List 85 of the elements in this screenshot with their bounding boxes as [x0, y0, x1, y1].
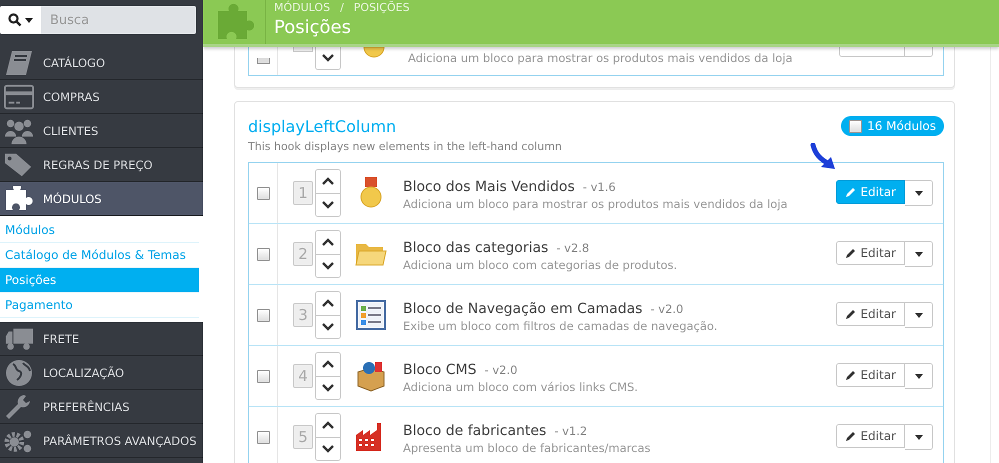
- module-version: - v1.2: [554, 424, 588, 438]
- position-number: 5: [293, 425, 313, 449]
- dropdown-button[interactable]: [905, 180, 933, 206]
- search-menu-button[interactable]: [0, 6, 41, 34]
- chevron-down-icon: [322, 200, 334, 209]
- list-window-icon: [356, 300, 386, 330]
- module-version: - v2.0: [650, 302, 684, 316]
- module-version: - v2.8: [556, 240, 590, 254]
- module-name: Bloco CMS: [403, 362, 477, 378]
- chevron-up-icon: [322, 360, 334, 368]
- module-name: Bloco de fabricantes: [403, 422, 546, 438]
- medal-icon: [360, 177, 382, 209]
- pencil-icon: [845, 370, 856, 380]
- chevron-down-icon: [322, 444, 334, 453]
- edit-button[interactable]: Editar: [836, 302, 905, 326]
- module-description: Apresenta um bloco de fabricantes/marcas: [403, 440, 652, 454]
- hook-description: This hook displays new elements in the left-hand column: [248, 140, 563, 153]
- sidebar-item[interactable]: CATÁLOGO: [0, 46, 203, 80]
- module-version: - v2.0: [484, 362, 518, 376]
- module-description: Adiciona um bloco para mostrar os produtos mais vendidos da loja: [403, 196, 789, 210]
- chevron-down-icon: [322, 384, 334, 392]
- arrow-annotation-icon: [809, 143, 837, 171]
- page-title: Posições: [274, 17, 352, 38]
- module-version: - v1.6: [582, 180, 616, 194]
- chevron-down-icon: [322, 262, 334, 270]
- edit-button[interactable]: Editar: [836, 241, 905, 265]
- pencil-icon: [845, 248, 856, 258]
- sidebar-item[interactable]: PARÂMETROS AVANÇADOS: [0, 424, 203, 458]
- chevron-up-icon: [322, 177, 334, 186]
- breadcrumb-separator: /: [340, 1, 344, 14]
- checkbox[interactable]: [256, 370, 270, 382]
- sidebar-item[interactable]: LOCALIZAÇÃO: [0, 356, 203, 390]
- module-name: Bloco dos Mais Vendidos: [403, 178, 575, 194]
- edit-button[interactable]: Editar: [836, 363, 905, 387]
- checkbox[interactable]: [256, 186, 270, 200]
- checkbox[interactable]: [256, 248, 270, 260]
- caret-icon: [914, 252, 922, 256]
- caret-icon: [914, 312, 922, 318]
- dropdown-button[interactable]: [905, 241, 933, 267]
- pencil-icon: [845, 430, 856, 442]
- position-number: 4: [293, 364, 313, 388]
- search-field[interactable]: Busca: [41, 6, 196, 34]
- sidebar-item[interactable]: COMPRAS: [0, 80, 203, 114]
- dropdown-button[interactable]: [905, 302, 933, 328]
- module-description: Adiciona um bloco com categorias de produtos.: [403, 258, 678, 272]
- sidebar-item[interactable]: PREFERÊNCIAS: [0, 390, 203, 424]
- module-description: Adiciona um bloco com vários links CMS.: [403, 380, 639, 394]
- position-number: 1: [293, 181, 313, 205]
- dropdown-button[interactable]: [905, 363, 933, 389]
- position-number: 2: [293, 242, 313, 266]
- sidebar-item[interactable]: MÓDULOS: [0, 182, 203, 216]
- pencil-icon: [845, 186, 856, 198]
- chevron-up-icon: [322, 238, 334, 246]
- truck-icon: [4, 326, 34, 352]
- chevron-up-icon: [322, 299, 334, 308]
- box-icon: [355, 360, 387, 392]
- module-description: Exibe um bloco com filtros de camadas de navegação.: [403, 318, 718, 332]
- caret-icon: [914, 190, 922, 196]
- folder-icon: [355, 241, 387, 267]
- sidebar-item[interactable]: CLIENTES: [0, 114, 203, 148]
- caret-icon: [914, 374, 922, 378]
- book-icon: [4, 50, 34, 76]
- medal-icon: [363, 47, 385, 58]
- module-name: Bloco das categorias: [403, 240, 548, 256]
- edit-button[interactable]: Editar: [836, 424, 905, 448]
- caret-icon: [25, 18, 33, 22]
- chevron-up-icon: [322, 421, 334, 430]
- chevron-down-icon: [322, 54, 334, 62]
- checkbox[interactable]: [256, 58, 270, 64]
- search-icon: [8, 13, 22, 27]
- puzzle-icon: [4, 186, 34, 212]
- globe-icon: [5, 358, 33, 386]
- sidebar-item[interactable]: FRETE: [0, 322, 203, 356]
- move-down-button[interactable]: [315, 47, 341, 70]
- caret-icon: [914, 434, 922, 440]
- position-number: 3: [293, 303, 313, 327]
- dropdown-button[interactable]: [905, 424, 933, 450]
- checkbox[interactable]: [256, 430, 270, 444]
- pencil-icon: [845, 308, 856, 320]
- module-description: Adiciona um bloco para mostrar os produtos mais vendidos da loja: [408, 51, 794, 65]
- chevron-down-icon: [322, 322, 334, 331]
- credit-card-icon: [4, 84, 34, 110]
- hook-name: displayLeftColumn: [248, 116, 396, 136]
- checkbox[interactable]: [256, 308, 270, 322]
- module-name: Bloco de Navegação em Camadas: [403, 300, 642, 316]
